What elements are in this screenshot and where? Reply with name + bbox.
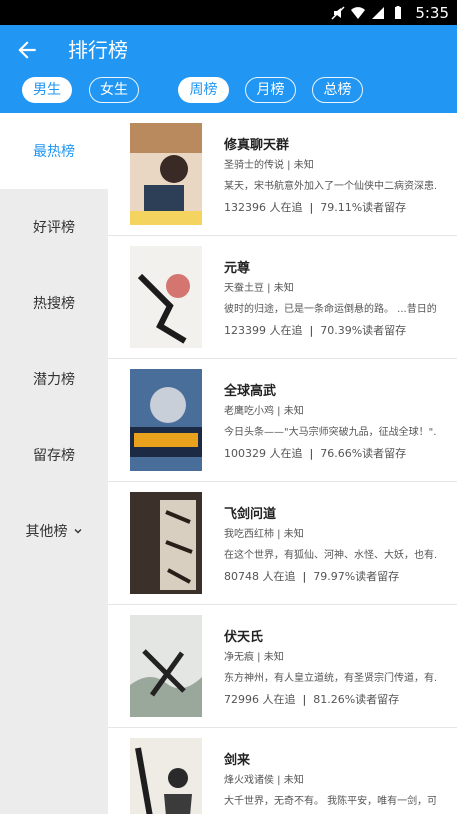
book-author: 烽火戏诸侯 | 未知	[224, 775, 304, 786]
stats-divider: |	[302, 693, 307, 706]
back-arrow-icon[interactable]	[14, 37, 40, 63]
book-description: 某天，宋书航意外加入了一个仙侠中二病资深患...	[224, 181, 436, 192]
book-description: 大千世界，无奇不有。 我陈平安，唯有一剑，可...	[224, 796, 436, 807]
sidebar-item-retention[interactable]: 留存榜	[0, 417, 108, 493]
list-item[interactable]: 伏天氏 净无痕 | 未知 东方神州，有人皇立道统，有圣贤宗门传道，有... 72…	[108, 605, 457, 728]
retention-rate: 81.26%读者留存	[313, 693, 400, 706]
retention-rate: 76.66%读者留存	[320, 447, 407, 460]
book-stats: 72996 人在追 | 81.26%读者留存	[224, 691, 399, 707]
sidebar-item-top-rated[interactable]: 好评榜	[0, 189, 108, 265]
book-title: 伏天氏	[224, 630, 264, 645]
book-description: 东方神州，有人皇立道统，有圣贤宗门传道，有...	[224, 673, 436, 684]
sidebar-item-label: 其他榜	[25, 524, 68, 540]
reader-count: 123399 人在追	[224, 324, 303, 337]
status-bar: 5:35	[0, 0, 457, 25]
stats-divider: |	[309, 201, 314, 214]
sidebar-item-hottest[interactable]: 最热榜	[0, 113, 108, 189]
book-cover	[130, 246, 202, 348]
wifi-icon	[351, 6, 366, 19]
reader-count: 80748 人在追	[224, 570, 296, 583]
stats-divider: |	[302, 570, 307, 583]
book-cover	[130, 492, 202, 594]
book-stats: 132396 人在追 | 79.11%读者留存	[224, 199, 406, 215]
page-title: 排行榜	[68, 38, 128, 62]
book-cover	[130, 615, 202, 717]
book-stats: 100329 人在追 | 76.66%读者留存	[224, 445, 406, 461]
book-description: 在这个世界，有狐仙、河神、水怪、大妖，也有...	[224, 550, 436, 561]
reader-count: 132396 人在追	[224, 201, 303, 214]
list-item[interactable]: 全球高武 老鹰吃小鸡 | 未知 今日头条——"大马宗师突破九品，征战全球！"..…	[108, 359, 457, 482]
reader-count: 100329 人在追	[224, 447, 303, 460]
sidebar-item-label: 最热榜	[33, 144, 75, 160]
signal-icon	[372, 6, 385, 19]
app-bar: 排行榜 男生 女生 周榜 月榜 总榜	[0, 25, 457, 113]
stats-divider: |	[309, 447, 314, 460]
book-title: 元尊	[224, 261, 251, 276]
sidebar-item-label: 留存榜	[33, 448, 75, 464]
book-cover	[130, 369, 202, 471]
book-list: 修真聊天群 圣骑士的传说 | 未知 某天，宋书航意外加入了一个仙侠中二病资深患.…	[108, 113, 457, 814]
list-item[interactable]: 修真聊天群 圣骑士的传说 | 未知 某天，宋书航意外加入了一个仙侠中二病资深患.…	[108, 113, 457, 236]
sidebar-item-label: 潜力榜	[33, 372, 75, 388]
sidebar: 最热榜 好评榜 热搜榜 潜力榜 留存榜 其他榜	[0, 113, 108, 814]
sidebar-item-label: 热搜榜	[33, 296, 75, 312]
book-author: 我吃西红柿 | 未知	[224, 529, 304, 540]
reader-count: 72996 人在追	[224, 693, 296, 706]
book-stats: 80748 人在追 | 79.97%读者留存	[224, 568, 399, 584]
book-title: 修真聊天群	[224, 138, 290, 153]
book-author: 圣骑士的传说 | 未知	[224, 160, 314, 171]
list-item[interactable]: 飞剑问道 我吃西红柿 | 未知 在这个世界，有狐仙、河神、水怪、大妖，也有...…	[108, 482, 457, 605]
tab-female[interactable]: 女生	[89, 77, 139, 103]
status-time: 5:35	[415, 3, 449, 22]
book-title: 飞剑问道	[224, 507, 277, 522]
book-title: 剑来	[224, 753, 251, 768]
book-stats: 123399 人在追 | 70.39%读者留存	[224, 322, 406, 338]
retention-rate: 79.97%读者留存	[313, 570, 400, 583]
list-item[interactable]: 剑来 烽火戏诸侯 | 未知 大千世界，无奇不有。 我陈平安，唯有一剑，可...	[108, 728, 457, 814]
retention-rate: 70.39%读者留存	[320, 324, 407, 337]
sidebar-item-others[interactable]: 其他榜	[0, 493, 108, 569]
sidebar-item-potential[interactable]: 潜力榜	[0, 341, 108, 417]
retention-rate: 79.11%读者留存	[320, 201, 407, 214]
book-description: 彼时的归途，已是一条命运倒悬的路。 ...昔日的荣...	[224, 304, 436, 315]
chevron-down-icon	[74, 529, 81, 534]
book-title: 全球高武	[224, 384, 277, 399]
tab-weekly[interactable]: 周榜	[178, 77, 229, 103]
sidebar-item-label: 好评榜	[33, 220, 75, 236]
tab-male[interactable]: 男生	[22, 77, 72, 103]
battery-icon	[395, 5, 402, 19]
book-cover	[130, 738, 202, 814]
stats-divider: |	[309, 324, 314, 337]
book-cover	[130, 123, 202, 225]
tab-total[interactable]: 总榜	[312, 77, 363, 103]
list-item[interactable]: 元尊 天蚕土豆 | 未知 彼时的归途，已是一条命运倒悬的路。 ...昔日的荣..…	[108, 236, 457, 359]
book-description: 今日头条——"大马宗师突破九品，征战全球！"...	[224, 427, 436, 438]
book-author: 天蚕土豆 | 未知	[224, 283, 294, 294]
book-author: 净无痕 | 未知	[224, 652, 284, 663]
sidebar-item-hot-search[interactable]: 热搜榜	[0, 265, 108, 341]
mute-icon	[331, 5, 345, 20]
tab-monthly[interactable]: 月榜	[245, 77, 296, 103]
book-author: 老鹰吃小鸡 | 未知	[224, 406, 304, 417]
